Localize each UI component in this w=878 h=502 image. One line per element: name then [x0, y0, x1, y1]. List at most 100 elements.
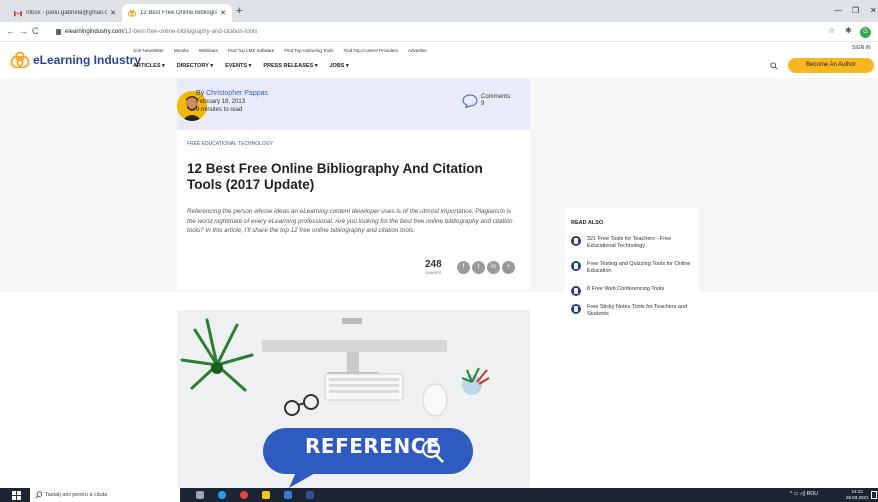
file-explorer-icon[interactable]	[262, 491, 270, 499]
article-lede: Referencing the person whose ideas an eL…	[187, 208, 513, 234]
tab-label: 12 Best Free Online Bibliography	[140, 10, 218, 16]
tab-elearning[interactable]: 12 Best Free Online Bibliography ✕	[122, 4, 232, 22]
reload-icon[interactable]: C	[32, 26, 39, 36]
category-link[interactable]: FREE EDUCATIONAL TECHNOLOGY	[187, 141, 273, 147]
nav-events[interactable]: EVENTS ▾	[225, 63, 251, 69]
read-also-item-label: 321 Free Tools for Teachers - Free Educa…	[587, 236, 672, 249]
new-tab-button[interactable]: +	[236, 5, 242, 17]
top-link-advertise[interactable]: Advertise	[408, 48, 427, 53]
elearning-logo-icon	[128, 9, 136, 17]
nav-press-releases[interactable]: PRESS RELEASES ▾	[263, 63, 317, 69]
top-link-authoring[interactable]: Find Top Authoring Tools	[284, 48, 333, 53]
article-card: FREE EDUCATIONAL TECHNOLOGY 12 Best Free…	[177, 130, 530, 290]
notifications-icon[interactable]	[871, 491, 877, 499]
author-info: By Christopher Pappas February 18, 2013 …	[177, 78, 530, 130]
article-icon	[571, 236, 581, 246]
read-also-item[interactable]: Free Sticky Notes Tools for Teachers and…	[571, 304, 695, 318]
mail-icon[interactable]	[284, 491, 292, 499]
nav-articles[interactable]: ARTICLES ▾	[133, 63, 165, 69]
volume-icon[interactable]: ◁)	[800, 491, 806, 497]
comment-bubble-icon	[462, 94, 478, 108]
tab-gmail[interactable]: Inbox - panu.gabriela@gmail.com ✕	[8, 4, 122, 22]
desk-illustration	[177, 310, 530, 488]
bookmark-star-icon[interactable]: ☆	[828, 26, 835, 35]
nav-directory[interactable]: DIRECTORY ▾	[177, 63, 213, 69]
become-author-button[interactable]: Become An Author	[788, 58, 874, 73]
read-also-item-label: Free Testing and Quizzing Tools for Onli…	[587, 261, 691, 274]
windows-start-icon[interactable]	[12, 491, 21, 500]
hero-caption: REFERENCE	[305, 434, 441, 458]
publish-date: February 18, 2013	[196, 99, 246, 105]
profile-avatar[interactable]: G	[860, 27, 871, 38]
nav-jobs[interactable]: JOBS ▾	[329, 63, 348, 69]
read-also-title: READ ALSO	[571, 220, 604, 226]
article-icon	[571, 286, 581, 296]
top-link-content-providers[interactable]: Find Top Content Providers	[344, 48, 398, 53]
close-tab-icon[interactable]: ✕	[220, 9, 226, 17]
back-arrow-icon[interactable]: ←	[6, 26, 15, 36]
comments-count: 9	[481, 101, 485, 107]
read-also-item[interactable]: 8 Free Web Conferencing Tools	[571, 286, 695, 296]
tray-chevron-icon[interactable]: ^	[790, 491, 792, 497]
browser-tab-strip: Inbox - panu.gabriela@gmail.com ✕ 12 Bes…	[0, 0, 878, 22]
author-name-link[interactable]: Christopher Pappas	[206, 90, 268, 97]
top-links: Join Newsletter eBooks Webinars Find Top…	[133, 48, 427, 53]
search-icon	[35, 491, 43, 499]
task-view-icon[interactable]	[196, 491, 204, 499]
system-tray: ^ ▭ ◁) ROU	[790, 491, 818, 497]
extensions-icon[interactable]: ✱	[845, 26, 852, 35]
taskbar-search[interactable]: Tastați aici pentru a căuta	[30, 488, 180, 502]
tab-label: Inbox - panu.gabriela@gmail.com	[26, 10, 108, 16]
url-path: /12-best-free-online-bibliography-and-ci…	[123, 29, 258, 35]
top-link-lms[interactable]: Find Top LMS Software	[228, 48, 275, 53]
read-time: 9 minutes to read	[196, 107, 243, 113]
close-tab-icon[interactable]: ✕	[110, 9, 116, 17]
shares-label: SHARES	[425, 270, 442, 275]
minimize-icon[interactable]: —	[834, 6, 842, 15]
logo-text: eLearning Industry	[33, 53, 142, 67]
taskbar-clock[interactable]: 14:22 26.03.2021	[846, 489, 869, 501]
article-title: 12 Best Free Online Bibliography And Cit…	[187, 161, 483, 192]
forward-arrow-icon[interactable]: →	[19, 26, 28, 36]
read-also-item[interactable]: Free Testing and Quizzing Tools for Onli…	[571, 261, 695, 275]
article-icon	[571, 304, 581, 314]
taskbar-search-placeholder: Tastați aici pentru a căuta	[45, 492, 108, 498]
word-icon[interactable]	[306, 491, 314, 499]
linkedin-icon[interactable]: in	[487, 261, 500, 274]
share-count: 248 SHARES	[425, 259, 442, 276]
top-link-webinars[interactable]: Webinars	[199, 48, 218, 53]
close-window-icon[interactable]: ✕	[870, 6, 877, 15]
main-nav: ARTICLES ▾ DIRECTORY ▾ EVENTS ▾ PRESS RE…	[133, 63, 349, 69]
top-link-newsletter[interactable]: Join Newsletter	[133, 48, 164, 53]
comments-label: Comments	[481, 94, 511, 100]
author-byline: By Christopher Pappas	[196, 90, 268, 97]
chrome-icon[interactable]	[240, 491, 248, 499]
site-logo[interactable]: eLearning Industry	[10, 51, 141, 69]
elearning-logo-icon	[10, 51, 30, 69]
edge-icon[interactable]	[218, 491, 226, 499]
article-hero-image: REFERENCE	[177, 310, 530, 488]
address-bar[interactable]: elearningindustry.com/12-best-free-onlin…	[56, 25, 816, 39]
clock-date: 26.03.2021	[846, 495, 869, 500]
comments-link[interactable]: Comments: 9	[462, 94, 512, 108]
lock-icon	[56, 29, 61, 35]
facebook-icon[interactable]: f	[457, 261, 470, 274]
social-share-buttons: f t in +	[457, 261, 515, 274]
url-host: elearningindustry.com	[65, 29, 124, 35]
twitter-icon[interactable]: t	[472, 261, 485, 274]
top-link-ebooks[interactable]: eBooks	[174, 48, 189, 53]
sign-in-link[interactable]: SIGN IN	[852, 45, 871, 51]
by-label: By	[196, 90, 205, 97]
browser-toolbar: ← → C elearningindustry.com/12-best-free…	[0, 22, 878, 42]
site-header: eLearning Industry Join Newsletter eBook…	[0, 42, 878, 78]
language-indicator[interactable]: ROU	[807, 491, 818, 497]
search-icon[interactable]	[770, 62, 778, 70]
restore-icon[interactable]: ❐	[852, 6, 859, 15]
read-also-item[interactable]: 321 Free Tools for Teachers - Free Educa…	[571, 236, 695, 250]
article-icon	[571, 261, 581, 271]
shares-number: 248	[425, 259, 442, 270]
more-share-icon[interactable]: +	[502, 261, 515, 274]
network-icon[interactable]: ▭	[794, 491, 799, 497]
gmail-icon	[14, 10, 22, 17]
windows-taskbar: Tastați aici pentru a căuta ^ ▭ ◁) ROU 1…	[0, 488, 878, 502]
